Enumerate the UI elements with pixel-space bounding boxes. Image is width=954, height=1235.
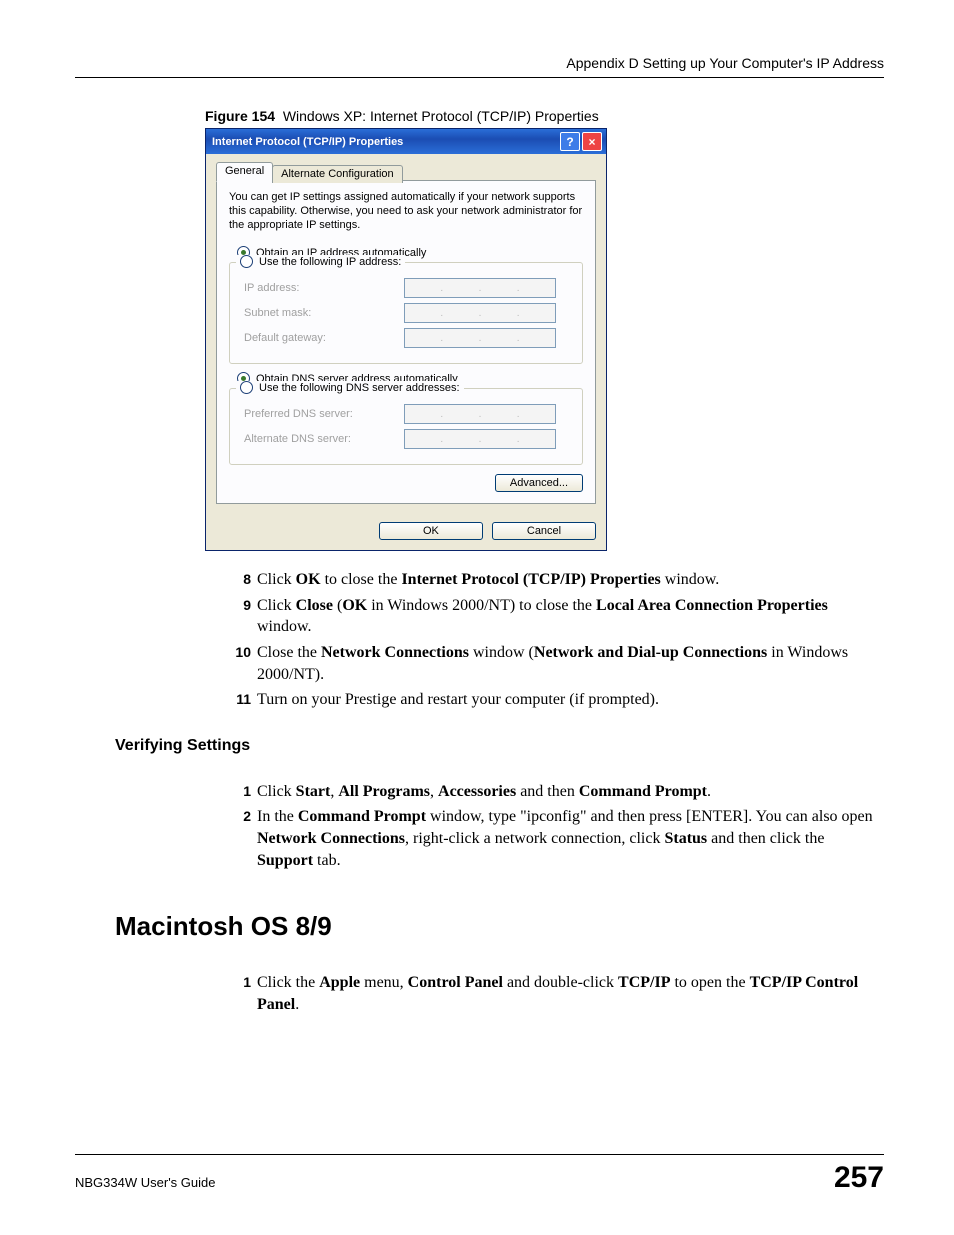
input-ip-address: ... [404,278,556,298]
list-item: 10 Close the Network Connections window (… [225,642,884,685]
input-alternate-dns: ... [404,429,556,449]
heading-macintosh: Macintosh OS 8/9 [115,911,884,942]
close-button[interactable]: × [582,132,602,151]
radio-use-following-dns[interactable]: Use the following DNS server addresses: [259,382,460,394]
intro-text: You can get IP settings assigned automat… [229,191,583,232]
dialog-title: Internet Protocol (TCP/IP) Properties [212,136,560,148]
list-item: 8 Click OK to close the Internet Protocol… [225,569,884,591]
steps-continued: 8 Click OK to close the Internet Protocol… [225,565,884,715]
label-ip-address: IP address: [244,282,404,294]
tcpip-properties-dialog: Internet Protocol (TCP/IP) Properties ? … [205,128,607,551]
list-item: 1 Click Start, All Programs, Accessories … [225,781,884,803]
list-number: 2 [225,807,251,826]
label-preferred-dns: Preferred DNS server: [244,408,404,420]
heading-verifying-settings: Verifying Settings [115,737,884,755]
list-text: Turn on your Prestige and restart your c… [257,689,884,711]
list-item: 2 In the Command Prompt window, type "ipc… [225,806,884,871]
figure-label: Figure 154 [205,108,275,124]
list-text: Click Start, All Programs, Accessories a… [257,781,884,803]
label-default-gateway: Default gateway: [244,332,404,344]
list-number: 10 [225,643,251,662]
figure-caption: Figure 154 Windows XP: Internet Protocol… [205,108,884,124]
footer-page-number: 257 [834,1161,884,1195]
static-dns-group: Use the following DNS server addresses: … [229,388,583,465]
appendix-header: Appendix D Setting up Your Computer's IP… [75,55,884,78]
radio-icon[interactable] [240,381,253,394]
tab-panel-general: You can get IP settings assigned automat… [216,180,596,504]
list-number: 11 [225,690,251,709]
list-text: Click the Apple menu, Control Panel and … [257,972,884,1015]
steps-mac: 1 Click the Apple menu, Control Panel and… [225,968,884,1019]
footer-guide-name: NBG334W User's Guide [75,1175,215,1190]
tab-alternate-configuration[interactable]: Alternate Configuration [272,165,403,183]
steps-verify: 1 Click Start, All Programs, Accessories … [225,777,884,875]
list-item: 1 Click the Apple menu, Control Panel and… [225,972,884,1015]
page-footer: NBG334W User's Guide 257 [75,1154,884,1195]
dialog-titlebar[interactable]: Internet Protocol (TCP/IP) Properties ? … [206,129,606,154]
list-item: 11 Turn on your Prestige and restart your… [225,689,884,711]
list-number: 1 [225,973,251,992]
cancel-button[interactable]: Cancel [492,522,596,540]
list-text: Close the Network Connections window (Ne… [257,642,884,685]
radio-use-following-ip[interactable]: Use the following IP address: [259,256,401,268]
ok-button[interactable]: OK [379,522,483,540]
list-text: In the Command Prompt window, type "ipco… [257,806,884,871]
label-subnet-mask: Subnet mask: [244,307,404,319]
advanced-button[interactable]: Advanced... [495,474,583,492]
help-button[interactable]: ? [560,132,580,151]
label-alternate-dns: Alternate DNS server: [244,433,404,445]
list-text: Click Close (OK in Windows 2000/NT) to c… [257,595,884,638]
list-number: 8 [225,570,251,589]
list-number: 1 [225,782,251,801]
input-preferred-dns: ... [404,404,556,424]
input-default-gateway: ... [404,328,556,348]
figure-text: Windows XP: Internet Protocol (TCP/IP) P… [283,108,599,124]
dialog-footer: OK Cancel [206,514,606,550]
list-item: 9 Click Close (OK in Windows 2000/NT) to … [225,595,884,638]
static-ip-group: Use the following IP address: IP address… [229,262,583,364]
list-text: Click OK to close the Internet Protocol … [257,569,884,591]
tab-general[interactable]: General [216,162,273,182]
list-number: 9 [225,596,251,615]
input-subnet-mask: ... [404,303,556,323]
radio-icon[interactable] [240,255,253,268]
